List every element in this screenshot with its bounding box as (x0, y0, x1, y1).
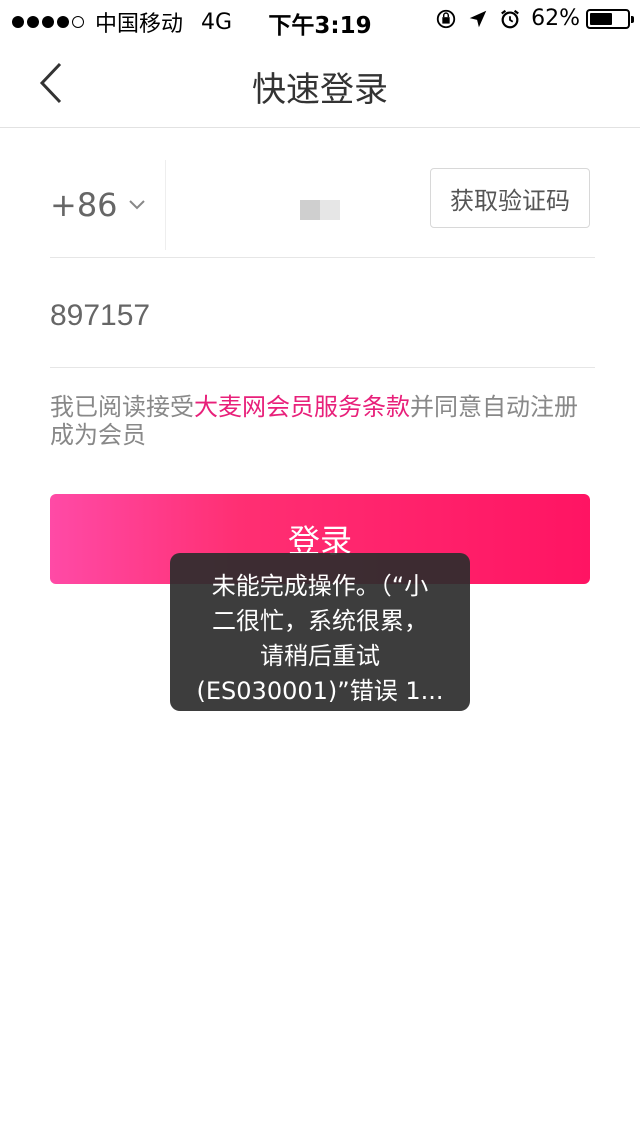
status-bar: 中国移动 4G 下午3:19 62% (0, 0, 640, 40)
get-verification-code-button[interactable]: 获取验证码 (430, 168, 590, 228)
chevron-down-icon (128, 200, 145, 210)
orientation-lock-icon (436, 9, 456, 28)
masked-phone-digits (300, 200, 340, 220)
phone-row: +86 获取验证码 (50, 150, 595, 258)
nav-bar: 快速登录 (0, 40, 640, 128)
terms-link[interactable]: 大麦网会员服务条款 (194, 393, 410, 421)
battery-fill (590, 12, 612, 25)
code-row (50, 258, 595, 368)
page-title: 快速登录 (252, 70, 388, 110)
verification-code-input[interactable] (50, 286, 450, 346)
battery-icon (586, 8, 634, 29)
toast-line: 二很忙，系统很累， (212, 607, 428, 635)
terms-prefix: 我已阅读接受 (50, 393, 194, 421)
toast-line: (ES030001)”错误 1... (196, 677, 444, 705)
battery-percent: 62% (531, 6, 580, 31)
error-toast: 未能完成操作。（“小 二很忙，系统很累， 请稍后重试 (ES030001)”错误… (170, 553, 470, 711)
country-code-label: +86 (50, 186, 118, 224)
toast-line: 未能完成操作。（“小 (211, 572, 429, 600)
country-code-divider (165, 160, 166, 250)
toast-line: 请稍后重试 (260, 642, 380, 670)
location-arrow-icon (469, 10, 487, 27)
country-code-selector[interactable]: +86 (50, 180, 146, 230)
terms-text: 我已阅读接受大麦网会员服务条款并同意自动注册成为会员 (50, 393, 595, 449)
alarm-icon (501, 9, 520, 28)
status-right: 62% (435, 6, 634, 31)
